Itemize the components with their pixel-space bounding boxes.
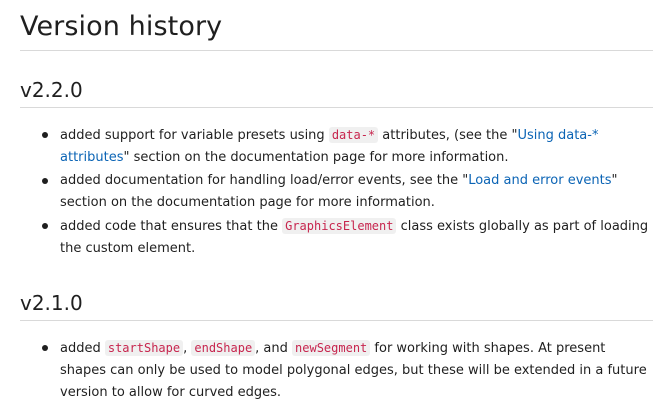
version-heading-v2-2-0: v2.2.0 <box>20 77 653 108</box>
version-heading-v2-1-0: v2.1.0 <box>20 290 653 321</box>
changelog-list-v2-2-0: added support for variable presets using… <box>20 124 653 260</box>
list-item: added startShape, endShape, and newSegme… <box>42 337 653 404</box>
page: Version history v2.2.0 added support for… <box>0 0 667 407</box>
inline-code: newSegment <box>292 340 371 356</box>
link-load-and-error-events[interactable]: Load and error events <box>468 173 611 188</box>
list-item: added support for variable presets using… <box>42 124 653 169</box>
item-text: " section on the documentation page for … <box>123 150 509 165</box>
item-text: , and <box>255 341 293 356</box>
inline-code: endShape <box>191 340 256 356</box>
item-text: added code that ensures that the <box>60 219 283 234</box>
list-item: added code that ensures that the Graphic… <box>42 215 653 260</box>
item-text: added documentation for handling load/er… <box>60 173 469 188</box>
item-text: attributes, (see the " <box>378 128 518 143</box>
item-text: added support for variable presets using <box>60 128 329 143</box>
inline-code: GraphicsElement <box>282 218 397 234</box>
inline-code: data-* <box>328 127 379 143</box>
list-item: added documentation for handling load/er… <box>42 170 653 214</box>
page-title: Version history <box>20 0 653 51</box>
changelog-list-v2-1-0: added startShape, endShape, and newSegme… <box>20 337 653 404</box>
item-text: added <box>60 341 105 356</box>
inline-code: startShape <box>104 340 184 356</box>
